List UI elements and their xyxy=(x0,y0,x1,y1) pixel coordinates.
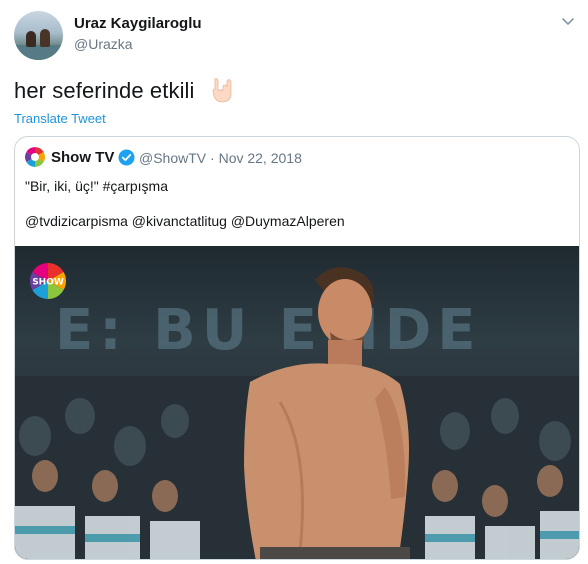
quoted-text-line-1: "Bir, iki, üç!" #çarpışma xyxy=(25,178,168,194)
author-handle[interactable]: @Urazka xyxy=(74,36,133,52)
translate-tweet-link[interactable]: Translate Tweet xyxy=(14,111,106,126)
quoted-author-handle[interactable]: @ShowTV xyxy=(139,150,206,166)
rock-hand-emoji-icon xyxy=(212,78,232,103)
quoted-date[interactable]: Nov 22, 2018 xyxy=(219,150,302,166)
avatar[interactable] xyxy=(14,11,63,60)
quoted-meta: @ShowTV · Nov 22, 2018 xyxy=(139,150,302,166)
verified-badge-icon xyxy=(118,149,135,166)
tweet-text: her seferinde etkili xyxy=(14,78,195,103)
quoted-text-line-2: @tvdizicarpisma @kivanctatlitug @DuymazA… xyxy=(25,213,345,229)
author-name[interactable]: Uraz Kaygilaroglu xyxy=(74,15,202,32)
show-tv-logo-icon: SHOW xyxy=(29,263,67,299)
chevron-down-icon[interactable] xyxy=(561,14,575,28)
tweet: Uraz Kaygilaroglu @Urazka her seferinde … xyxy=(0,0,588,564)
meta-separator: · xyxy=(210,150,215,166)
show-logo-label: SHOW xyxy=(32,278,64,288)
quoted-author-name[interactable]: Show TV xyxy=(51,149,114,166)
quoted-media-video[interactable]: E: BU EMDE SHOW xyxy=(15,246,579,559)
show-tv-avatar-icon xyxy=(25,147,45,167)
shirtless-man-figure xyxy=(244,267,410,559)
quoted-tweet[interactable]: Show TV @ShowTV · Nov 22, 2018 "Bir, iki… xyxy=(14,136,580,560)
